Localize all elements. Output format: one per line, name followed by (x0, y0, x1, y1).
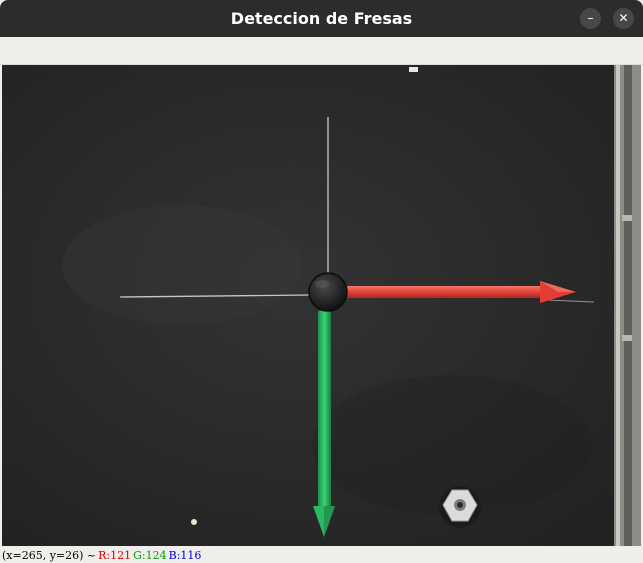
title-bar[interactable]: Deteccion de Fresas – ✕ (0, 0, 643, 37)
metal-frame-rail (624, 65, 632, 546)
board-smudge (62, 205, 302, 325)
origin-knob-highlight (315, 280, 329, 288)
paper-scrap (409, 67, 418, 72)
close-button[interactable]: ✕ (613, 8, 634, 29)
chalk-dot (191, 519, 197, 525)
toolbar (0, 37, 643, 65)
pixel-g-value: G:124 (133, 549, 167, 562)
frame-bolt (622, 335, 632, 341)
x-axis-arrow-shaft (344, 286, 544, 298)
close-icon: ✕ (618, 11, 629, 25)
frame-bolt (622, 215, 632, 221)
camera-frame (2, 65, 641, 546)
pixel-r-value: R:121 (98, 549, 132, 562)
metal-frame-highlight (616, 65, 620, 546)
status-bar: (x=265, y=26) ~ R:121 G:124 B:116 (0, 546, 643, 563)
window-title: Deteccion de Fresas (230, 9, 413, 28)
cursor-coords: (x=265, y=26) ~ (2, 549, 97, 562)
camera-view[interactable] (2, 65, 641, 546)
origin-knob (308, 272, 348, 312)
hex-object-hole (457, 502, 463, 508)
minimize-icon: – (587, 11, 594, 25)
pixel-b-value: B:116 (168, 549, 202, 562)
minimize-button[interactable]: – (580, 8, 601, 29)
y-axis-arrow-shaft (318, 310, 331, 510)
app-window: Deteccion de Fresas – ✕ (x=265, y=26) ~ … (0, 0, 643, 563)
